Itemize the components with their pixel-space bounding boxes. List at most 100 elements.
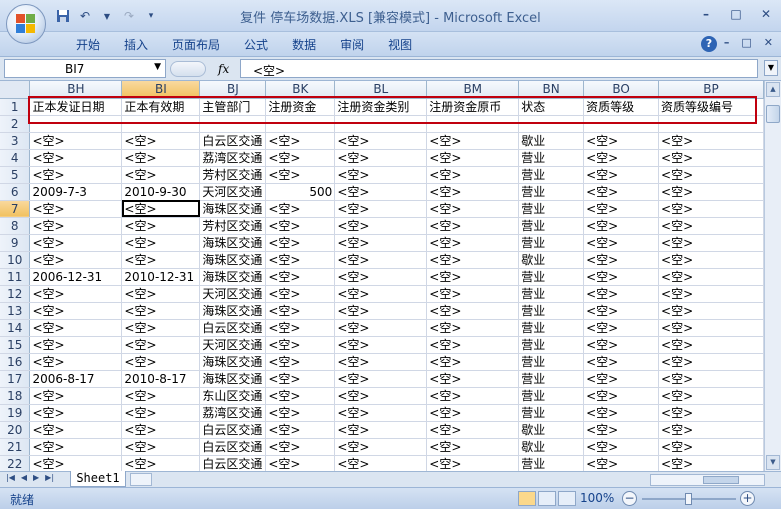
cell[interactable]: <空>: [265, 251, 336, 269]
cell[interactable]: 营业: [518, 234, 585, 252]
scroll-thumb[interactable]: [766, 105, 780, 123]
cell[interactable]: 海珠区交通: [199, 251, 267, 269]
cell[interactable]: <空>: [334, 268, 428, 286]
cell[interactable]: 东山区交通: [199, 387, 267, 405]
row-header[interactable]: 16: [0, 353, 31, 371]
cell[interactable]: 2006-8-17: [29, 370, 123, 388]
tab-review[interactable]: 审阅: [328, 36, 376, 54]
cell[interactable]: <空>: [334, 319, 428, 337]
cell[interactable]: <空>: [426, 404, 520, 422]
cell[interactable]: <空>: [29, 285, 123, 303]
cell[interactable]: <空>: [426, 183, 520, 201]
next-sheet-icon[interactable]: ▶: [33, 473, 39, 482]
cell[interactable]: <空>: [121, 421, 201, 439]
tab-data[interactable]: 数据: [280, 36, 328, 54]
cell[interactable]: <空>: [265, 268, 336, 286]
cell[interactable]: 资质等级编号: [658, 98, 764, 116]
cell[interactable]: <空>: [265, 438, 336, 456]
row-header[interactable]: 22: [0, 455, 31, 471]
cell[interactable]: <空>: [334, 455, 428, 471]
cell[interactable]: <空>: [658, 353, 764, 371]
cell[interactable]: 营业: [518, 183, 585, 201]
cell[interactable]: <空>: [426, 438, 520, 456]
cell[interactable]: <空>: [426, 387, 520, 405]
workbook-close-button[interactable]: ✕: [764, 36, 773, 49]
cell[interactable]: [518, 115, 585, 133]
cell[interactable]: <空>: [426, 336, 520, 354]
office-button[interactable]: [6, 4, 46, 44]
cell[interactable]: <空>: [121, 387, 201, 405]
cell[interactable]: 白云区交通: [199, 319, 267, 337]
cell[interactable]: <空>: [583, 370, 660, 388]
cell[interactable]: <空>: [583, 336, 660, 354]
cell[interactable]: <空>: [334, 353, 428, 371]
cell[interactable]: 营业: [518, 285, 585, 303]
tab-insert[interactable]: 插入: [112, 36, 160, 54]
page-break-view-icon[interactable]: [558, 491, 576, 506]
cell[interactable]: <空>: [658, 217, 764, 235]
cell[interactable]: [121, 115, 201, 133]
first-sheet-icon[interactable]: |◀: [6, 473, 15, 482]
cell[interactable]: <空>: [121, 217, 201, 235]
expand-formula-bar-icon[interactable]: ▼: [764, 60, 778, 76]
cell[interactable]: <空>: [426, 132, 520, 150]
cell[interactable]: 资质等级: [583, 98, 660, 116]
cell[interactable]: <空>: [265, 353, 336, 371]
cell[interactable]: <空>: [121, 132, 201, 150]
cell[interactable]: <空>: [426, 302, 520, 320]
workbook-minimize-button[interactable]: –: [724, 36, 730, 49]
row-header[interactable]: 5: [0, 166, 31, 184]
cell[interactable]: <空>: [658, 404, 764, 422]
cell[interactable]: 正本有效期: [121, 98, 201, 116]
cell[interactable]: 海珠区交通: [199, 268, 267, 286]
column-header[interactable]: BO: [583, 81, 660, 99]
cell[interactable]: <空>: [658, 200, 764, 218]
row-header[interactable]: 1: [0, 98, 31, 116]
cell[interactable]: 海珠区交通: [199, 302, 267, 320]
cell[interactable]: 营业: [518, 302, 585, 320]
row-header[interactable]: 13: [0, 302, 31, 320]
cell[interactable]: <空>: [265, 421, 336, 439]
zoom-slider-knob[interactable]: [685, 493, 692, 505]
cell[interactable]: <空>: [658, 370, 764, 388]
last-sheet-icon[interactable]: ▶|: [45, 473, 54, 482]
tab-home[interactable]: 开始: [64, 36, 112, 54]
row-header[interactable]: 10: [0, 251, 31, 269]
cell[interactable]: <空>: [121, 149, 201, 167]
cell[interactable]: <空>: [334, 421, 428, 439]
cell[interactable]: <空>: [265, 336, 336, 354]
minimize-button[interactable]: –: [697, 6, 715, 22]
cell[interactable]: <空>: [29, 353, 123, 371]
insert-function-icon[interactable]: fx: [218, 62, 229, 76]
close-button[interactable]: ✕: [757, 6, 775, 22]
cell[interactable]: 歇业: [518, 251, 585, 269]
cell[interactable]: <空>: [658, 149, 764, 167]
cell[interactable]: [583, 115, 660, 133]
worksheet-grid[interactable]: BH BI BJ BK BL BM BN BO BP 1 正本发证日期 正本有效期 主管部门 注册资金注…: [0, 81, 764, 471]
cell[interactable]: <空>: [29, 455, 123, 471]
cell[interactable]: <空>: [121, 234, 201, 252]
cell[interactable]: <空>: [583, 285, 660, 303]
cell[interactable]: 白云区交通: [199, 455, 267, 471]
cell[interactable]: <空>: [658, 455, 764, 471]
cell[interactable]: 天河区交通: [199, 183, 267, 201]
cell[interactable]: <空>: [658, 319, 764, 337]
cell[interactable]: <空>: [426, 149, 520, 167]
cell[interactable]: 营业: [518, 404, 585, 422]
cell[interactable]: <空>: [121, 166, 201, 184]
row-header[interactable]: 9: [0, 234, 31, 252]
cell[interactable]: <空>: [426, 421, 520, 439]
row-header[interactable]: 7: [0, 200, 31, 218]
row-header[interactable]: 14: [0, 319, 31, 337]
cell[interactable]: <空>: [265, 200, 336, 218]
row-header[interactable]: 6: [0, 183, 31, 201]
sheet-tab-sheet1[interactable]: Sheet1: [70, 471, 126, 487]
active-cell[interactable]: <空>: [121, 200, 201, 218]
cell[interactable]: 营业: [518, 149, 585, 167]
chevron-down-icon[interactable]: ▼: [154, 62, 161, 72]
cell[interactable]: <空>: [29, 234, 123, 252]
cell[interactable]: <空>: [583, 132, 660, 150]
cell[interactable]: <空>: [334, 438, 428, 456]
cell[interactable]: <空>: [583, 353, 660, 371]
cell[interactable]: <空>: [29, 166, 123, 184]
